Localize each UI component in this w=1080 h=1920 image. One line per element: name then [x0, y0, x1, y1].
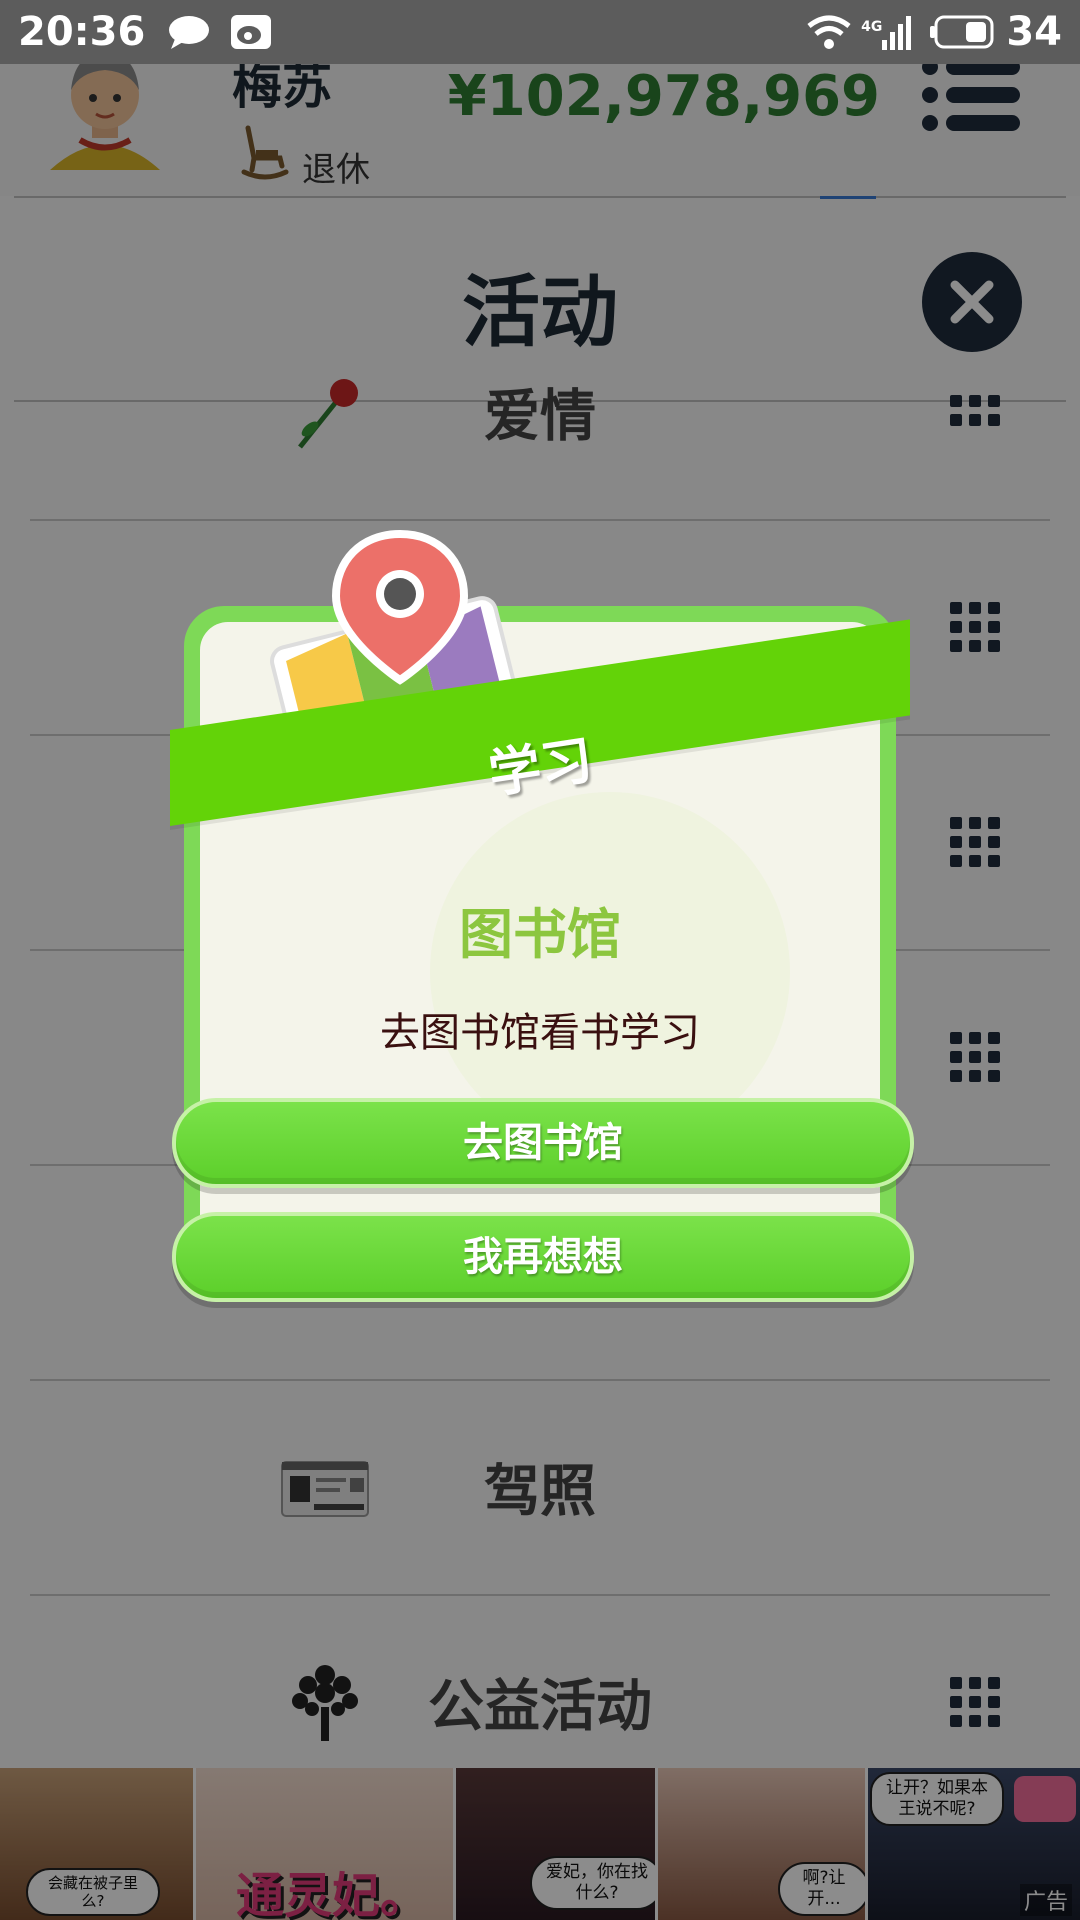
dialog-title: 图书馆 — [459, 903, 621, 966]
status-bar: 20:36 4G 34 — [0, 0, 1080, 64]
wifi-icon — [807, 15, 851, 49]
chat-icon — [169, 16, 210, 49]
dialog-description: 去图书馆看书学习 — [380, 1010, 700, 1056]
status-time: 20:36 — [18, 9, 146, 55]
battery-level: 34 — [1006, 9, 1062, 55]
battery-icon — [930, 15, 994, 49]
reconsider-button[interactable]: 我再想想 — [172, 1212, 914, 1302]
go-library-button[interactable]: 去图书馆 — [172, 1098, 914, 1188]
network-type: 4G — [861, 19, 883, 35]
signal-icon — [882, 16, 912, 50]
weibo-icon — [231, 15, 272, 49]
